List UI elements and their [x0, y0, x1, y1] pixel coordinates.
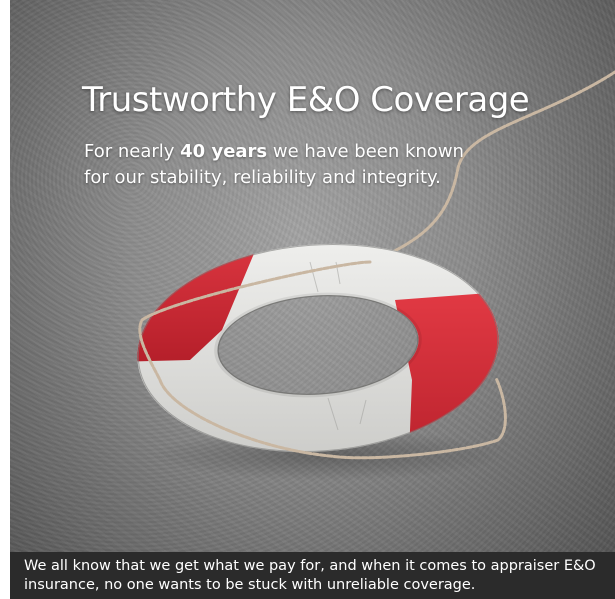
tagline-part-1: For nearly: [84, 141, 181, 162]
banner-tagline: For nearly 40 years we have been known fo…: [84, 139, 504, 191]
tagline-line-2: for our stability, reliability and integ…: [84, 167, 441, 188]
hero-banner: Trustworthy E&O Coverage For nearly 40 y…: [10, 0, 615, 599]
banner-headline: Trustworthy E&O Coverage: [82, 80, 530, 120]
tagline-highlight: 40 years: [180, 141, 268, 162]
tagline-part-2: we have been known: [267, 141, 464, 162]
caption-text: We all know that we get what we pay for,…: [24, 558, 596, 593]
caption-bar: We all know that we get what we pay for,…: [10, 552, 615, 599]
